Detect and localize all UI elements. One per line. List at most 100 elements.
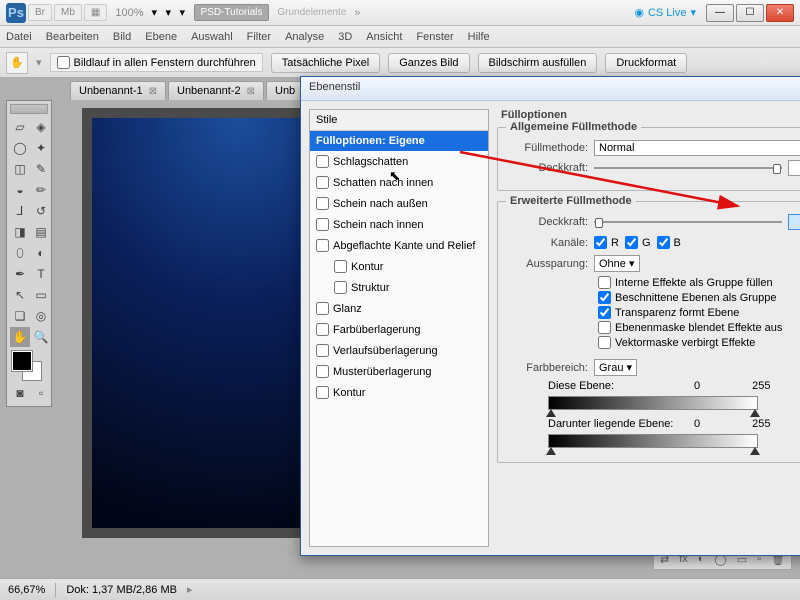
menu-ansicht[interactable]: Ansicht xyxy=(366,31,402,43)
style-item[interactable]: Kontur xyxy=(310,382,488,403)
crop-tool[interactable]: ◫ xyxy=(10,159,30,179)
opacity-input[interactable] xyxy=(788,160,800,176)
channel-r[interactable]: R xyxy=(594,236,619,249)
style-item[interactable]: Verlaufsüberlagerung xyxy=(310,340,488,361)
document-tab[interactable]: Unbenannt-2⊠ xyxy=(168,81,264,100)
screenmode-tool[interactable]: ▫ xyxy=(31,383,51,403)
menu-hilfe[interactable]: Hilfe xyxy=(468,31,490,43)
fill-screen-button[interactable]: Bildschirm ausfüllen xyxy=(478,53,598,73)
fg-color-swatch[interactable] xyxy=(12,351,32,371)
close-button[interactable]: ✕ xyxy=(766,4,794,22)
menu-datei[interactable]: Datei xyxy=(6,31,32,43)
quickmask-tool[interactable]: ◙ xyxy=(10,383,30,403)
advanced-check[interactable]: Transparenz formt Ebene xyxy=(598,306,800,319)
3d-camera-tool[interactable]: ◎ xyxy=(31,306,51,326)
zoom-tool[interactable]: 🔍 xyxy=(31,327,51,347)
style-item[interactable]: Musterüberlagerung xyxy=(310,361,488,382)
blur-tool[interactable]: ⬯ xyxy=(10,243,30,263)
under-layer-gradient[interactable] xyxy=(548,434,800,448)
bridge-button[interactable]: Br xyxy=(28,4,52,21)
this-layer-gradient[interactable] xyxy=(548,396,800,410)
marquee-tool[interactable]: ◈ xyxy=(31,117,51,137)
menu-analyse[interactable]: Analyse xyxy=(285,31,324,43)
menu-fenster[interactable]: Fenster xyxy=(416,31,453,43)
pen-tool[interactable]: ✒ xyxy=(10,264,30,284)
stamp-tool[interactable]: ⅃ xyxy=(10,201,30,221)
maximize-button[interactable]: ☐ xyxy=(736,4,764,22)
style-item[interactable]: Farbüberlagerung xyxy=(310,319,488,340)
adv-opacity-slider[interactable] xyxy=(594,221,782,223)
hand-tool-icon[interactable]: ✋ xyxy=(6,52,28,74)
menu-bild[interactable]: Bild xyxy=(113,31,131,43)
actual-pixels-button[interactable]: Tatsächliche Pixel xyxy=(271,53,380,73)
chevron-down-icon[interactable]: ▾ xyxy=(36,56,42,69)
advanced-check[interactable]: Interne Effekte als Gruppe füllen xyxy=(598,276,800,289)
chevron-down-icon[interactable]: ▾ xyxy=(152,6,164,19)
dodge-tool[interactable]: ◐ xyxy=(31,243,51,263)
fit-image-button[interactable]: Ganzes Bild xyxy=(388,53,469,73)
eyedropper-tool[interactable]: ✎ xyxy=(31,159,51,179)
status-zoom[interactable]: 66,67% xyxy=(8,584,45,596)
status-doc[interactable]: Dok: 1,37 MB/2,86 MB xyxy=(66,584,177,596)
opacity-slider[interactable] xyxy=(594,167,782,169)
workspace-tab[interactable]: PSD-Tutorials xyxy=(194,4,270,21)
adv-opacity-input[interactable] xyxy=(788,214,800,230)
print-size-button[interactable]: Druckformat xyxy=(605,53,687,73)
eraser-tool[interactable]: ◨ xyxy=(10,222,30,242)
menu-3d[interactable]: 3D xyxy=(338,31,352,43)
layer-style-dialog: Ebenenstil Stile Fülloptionen: EigeneSch… xyxy=(300,76,800,556)
hand-tool[interactable]: ✋ xyxy=(10,327,30,347)
cslive-button[interactable]: CS Live ▾ xyxy=(634,6,696,19)
style-item[interactable]: Abgeflachte Kante und Relief xyxy=(310,235,488,256)
menu-ebene[interactable]: Ebene xyxy=(145,31,177,43)
arrange-button[interactable]: ▦ xyxy=(84,4,107,21)
shape-tool[interactable]: ▭ xyxy=(31,285,51,305)
blendif-select[interactable]: Grau ▾ xyxy=(594,359,637,376)
close-icon[interactable]: ⊠ xyxy=(247,86,255,97)
gradient-tool[interactable]: ▤ xyxy=(31,222,51,242)
menu-filter[interactable]: Filter xyxy=(247,31,271,43)
document-tab[interactable]: Unbenannt-1⊠ xyxy=(70,81,166,100)
workspace-tab-2[interactable]: Grundelemente xyxy=(271,5,352,20)
style-item[interactable]: Kontur xyxy=(310,256,488,277)
style-item[interactable]: Struktur xyxy=(310,277,488,298)
scroll-all-check[interactable]: Bildlauf in allen Fenstern durchführen xyxy=(50,53,263,72)
type-tool[interactable]: T xyxy=(31,264,51,284)
advanced-check[interactable]: Beschnittene Ebenen als Gruppe xyxy=(598,291,800,304)
lasso-tool[interactable]: ◯ xyxy=(10,138,30,158)
channel-b[interactable]: B xyxy=(657,236,681,249)
style-item[interactable]: Fülloptionen: Eigene xyxy=(310,131,488,151)
channels-label: Kanäle: xyxy=(508,237,588,249)
more-icon[interactable]: » xyxy=(354,7,360,19)
zoom-level[interactable]: 100% xyxy=(109,7,149,19)
style-item[interactable]: Schatten nach innen xyxy=(310,172,488,193)
chevron-right-icon[interactable]: ▸ xyxy=(187,583,193,596)
wand-tool[interactable]: ✦ xyxy=(31,138,51,158)
move-tool[interactable]: ▱ xyxy=(10,117,30,137)
document-tab[interactable]: Unb xyxy=(266,81,304,100)
advanced-check[interactable]: Vektormaske verbirgt Effekte xyxy=(598,336,800,349)
menu-bearbeiten[interactable]: Bearbeiten xyxy=(46,31,99,43)
close-icon[interactable]: ⊠ xyxy=(149,86,157,97)
menu-auswahl[interactable]: Auswahl xyxy=(191,31,233,43)
panel-grip[interactable] xyxy=(10,104,48,114)
blend-mode-select[interactable]: Normal xyxy=(594,140,800,156)
style-item[interactable]: Schein nach innen xyxy=(310,214,488,235)
path-tool[interactable]: ↖ xyxy=(10,285,30,305)
history-brush-tool[interactable]: ↺ xyxy=(31,201,51,221)
channel-g[interactable]: G xyxy=(625,236,651,249)
style-item[interactable]: Schein nach außen xyxy=(310,193,488,214)
mini-bridge-button[interactable]: Mb xyxy=(54,4,82,21)
advanced-check[interactable]: Ebenenmaske blendet Effekte aus xyxy=(598,321,800,334)
color-swatches[interactable] xyxy=(10,351,48,379)
knockout-select[interactable]: Ohne ▾ xyxy=(594,255,640,272)
style-item[interactable]: Schlagschatten xyxy=(310,151,488,172)
chevron-down-icon[interactable]: ▾ xyxy=(180,6,192,19)
healing-tool[interactable]: ◒ xyxy=(10,180,30,200)
3d-tool[interactable]: ❏ xyxy=(10,306,30,326)
chevron-down-icon[interactable]: ▾ xyxy=(166,6,178,19)
canvas[interactable] xyxy=(82,108,312,538)
style-item[interactable]: Glanz xyxy=(310,298,488,319)
minimize-button[interactable]: — xyxy=(706,4,734,22)
brush-tool[interactable]: ✏ xyxy=(31,180,51,200)
